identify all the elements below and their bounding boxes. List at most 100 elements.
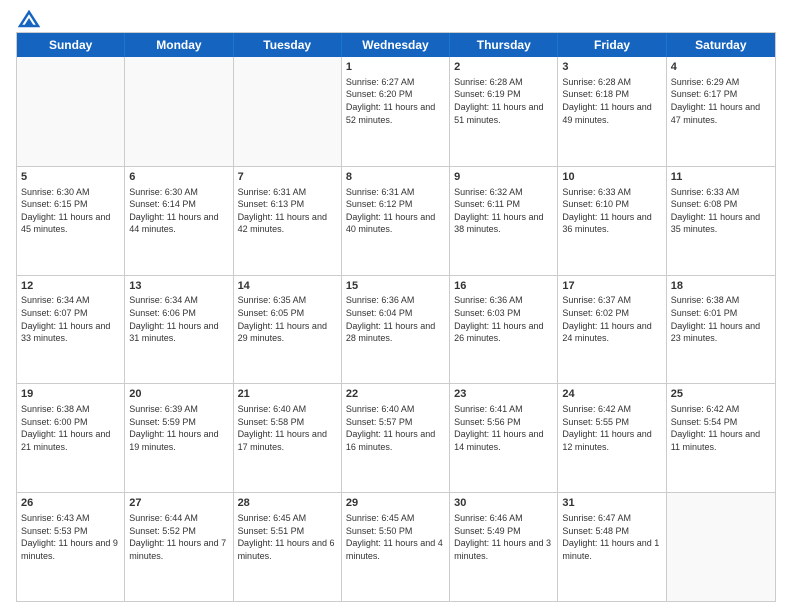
day-info: Sunrise: 6:36 AM Sunset: 6:04 PM Dayligh… bbox=[346, 294, 445, 344]
cal-cell-day-17: 17Sunrise: 6:37 AM Sunset: 6:02 PM Dayli… bbox=[558, 276, 666, 384]
day-info: Sunrise: 6:36 AM Sunset: 6:03 PM Dayligh… bbox=[454, 294, 553, 344]
day-info: Sunrise: 6:39 AM Sunset: 5:59 PM Dayligh… bbox=[129, 403, 228, 453]
cal-cell-day-24: 24Sunrise: 6:42 AM Sunset: 5:55 PM Dayli… bbox=[558, 384, 666, 492]
cal-cell-day-1: 1Sunrise: 6:27 AM Sunset: 6:20 PM Daylig… bbox=[342, 57, 450, 166]
cal-cell-day-16: 16Sunrise: 6:36 AM Sunset: 6:03 PM Dayli… bbox=[450, 276, 558, 384]
day-info: Sunrise: 6:44 AM Sunset: 5:52 PM Dayligh… bbox=[129, 512, 228, 562]
day-number: 7 bbox=[238, 170, 337, 185]
cal-cell-day-20: 20Sunrise: 6:39 AM Sunset: 5:59 PM Dayli… bbox=[125, 384, 233, 492]
cal-row-0: 1Sunrise: 6:27 AM Sunset: 6:20 PM Daylig… bbox=[17, 57, 775, 166]
cal-cell-day-30: 30Sunrise: 6:46 AM Sunset: 5:49 PM Dayli… bbox=[450, 493, 558, 601]
day-info: Sunrise: 6:33 AM Sunset: 6:08 PM Dayligh… bbox=[671, 186, 771, 236]
cal-cell-day-27: 27Sunrise: 6:44 AM Sunset: 5:52 PM Dayli… bbox=[125, 493, 233, 601]
day-info: Sunrise: 6:45 AM Sunset: 5:51 PM Dayligh… bbox=[238, 512, 337, 562]
cal-cell-day-29: 29Sunrise: 6:45 AM Sunset: 5:50 PM Dayli… bbox=[342, 493, 450, 601]
day-number: 15 bbox=[346, 279, 445, 294]
day-number: 5 bbox=[21, 170, 120, 185]
calendar-body: 1Sunrise: 6:27 AM Sunset: 6:20 PM Daylig… bbox=[17, 57, 775, 601]
day-info: Sunrise: 6:31 AM Sunset: 6:13 PM Dayligh… bbox=[238, 186, 337, 236]
cal-row-4: 26Sunrise: 6:43 AM Sunset: 5:53 PM Dayli… bbox=[17, 492, 775, 601]
day-info: Sunrise: 6:47 AM Sunset: 5:48 PM Dayligh… bbox=[562, 512, 661, 562]
cal-cell-day-26: 26Sunrise: 6:43 AM Sunset: 5:53 PM Dayli… bbox=[17, 493, 125, 601]
day-number: 30 bbox=[454, 496, 553, 511]
cal-cell-day-28: 28Sunrise: 6:45 AM Sunset: 5:51 PM Dayli… bbox=[234, 493, 342, 601]
day-info: Sunrise: 6:30 AM Sunset: 6:15 PM Dayligh… bbox=[21, 186, 120, 236]
day-info: Sunrise: 6:28 AM Sunset: 6:19 PM Dayligh… bbox=[454, 76, 553, 126]
day-info: Sunrise: 6:34 AM Sunset: 6:06 PM Dayligh… bbox=[129, 294, 228, 344]
day-info: Sunrise: 6:43 AM Sunset: 5:53 PM Dayligh… bbox=[21, 512, 120, 562]
day-number: 8 bbox=[346, 170, 445, 185]
day-info: Sunrise: 6:46 AM Sunset: 5:49 PM Dayligh… bbox=[454, 512, 553, 562]
day-number: 17 bbox=[562, 279, 661, 294]
day-number: 28 bbox=[238, 496, 337, 511]
cal-cell-day-8: 8Sunrise: 6:31 AM Sunset: 6:12 PM Daylig… bbox=[342, 167, 450, 275]
day-number: 12 bbox=[21, 279, 120, 294]
cal-cell-day-23: 23Sunrise: 6:41 AM Sunset: 5:56 PM Dayli… bbox=[450, 384, 558, 492]
day-info: Sunrise: 6:28 AM Sunset: 6:18 PM Dayligh… bbox=[562, 76, 661, 126]
day-number: 14 bbox=[238, 279, 337, 294]
day-number: 29 bbox=[346, 496, 445, 511]
day-info: Sunrise: 6:41 AM Sunset: 5:56 PM Dayligh… bbox=[454, 403, 553, 453]
cal-cell-day-3: 3Sunrise: 6:28 AM Sunset: 6:18 PM Daylig… bbox=[558, 57, 666, 166]
logo-icon bbox=[18, 10, 40, 28]
cal-cell-day-21: 21Sunrise: 6:40 AM Sunset: 5:58 PM Dayli… bbox=[234, 384, 342, 492]
day-number: 4 bbox=[671, 60, 771, 75]
cal-cell-empty bbox=[17, 57, 125, 166]
cal-cell-day-13: 13Sunrise: 6:34 AM Sunset: 6:06 PM Dayli… bbox=[125, 276, 233, 384]
day-info: Sunrise: 6:40 AM Sunset: 5:57 PM Dayligh… bbox=[346, 403, 445, 453]
day-number: 23 bbox=[454, 387, 553, 402]
cal-cell-day-11: 11Sunrise: 6:33 AM Sunset: 6:08 PM Dayli… bbox=[667, 167, 775, 275]
day-info: Sunrise: 6:29 AM Sunset: 6:17 PM Dayligh… bbox=[671, 76, 771, 126]
cal-cell-day-15: 15Sunrise: 6:36 AM Sunset: 6:04 PM Dayli… bbox=[342, 276, 450, 384]
day-number: 21 bbox=[238, 387, 337, 402]
day-info: Sunrise: 6:27 AM Sunset: 6:20 PM Dayligh… bbox=[346, 76, 445, 126]
day-info: Sunrise: 6:38 AM Sunset: 6:01 PM Dayligh… bbox=[671, 294, 771, 344]
cal-cell-day-19: 19Sunrise: 6:38 AM Sunset: 6:00 PM Dayli… bbox=[17, 384, 125, 492]
day-number: 6 bbox=[129, 170, 228, 185]
header-day-friday: Friday bbox=[558, 33, 666, 57]
day-info: Sunrise: 6:33 AM Sunset: 6:10 PM Dayligh… bbox=[562, 186, 661, 236]
day-info: Sunrise: 6:42 AM Sunset: 5:54 PM Dayligh… bbox=[671, 403, 771, 453]
day-number: 1 bbox=[346, 60, 445, 75]
day-number: 2 bbox=[454, 60, 553, 75]
day-number: 11 bbox=[671, 170, 771, 185]
cal-row-1: 5Sunrise: 6:30 AM Sunset: 6:15 PM Daylig… bbox=[17, 166, 775, 275]
cal-cell-day-14: 14Sunrise: 6:35 AM Sunset: 6:05 PM Dayli… bbox=[234, 276, 342, 384]
day-info: Sunrise: 6:32 AM Sunset: 6:11 PM Dayligh… bbox=[454, 186, 553, 236]
cal-cell-day-18: 18Sunrise: 6:38 AM Sunset: 6:01 PM Dayli… bbox=[667, 276, 775, 384]
day-number: 24 bbox=[562, 387, 661, 402]
day-number: 20 bbox=[129, 387, 228, 402]
cal-cell-day-4: 4Sunrise: 6:29 AM Sunset: 6:17 PM Daylig… bbox=[667, 57, 775, 166]
header-day-sunday: Sunday bbox=[17, 33, 125, 57]
day-number: 31 bbox=[562, 496, 661, 511]
cal-cell-day-2: 2Sunrise: 6:28 AM Sunset: 6:19 PM Daylig… bbox=[450, 57, 558, 166]
cal-cell-day-7: 7Sunrise: 6:31 AM Sunset: 6:13 PM Daylig… bbox=[234, 167, 342, 275]
cal-cell-day-25: 25Sunrise: 6:42 AM Sunset: 5:54 PM Dayli… bbox=[667, 384, 775, 492]
day-number: 25 bbox=[671, 387, 771, 402]
cal-cell-empty bbox=[125, 57, 233, 166]
day-number: 22 bbox=[346, 387, 445, 402]
day-info: Sunrise: 6:42 AM Sunset: 5:55 PM Dayligh… bbox=[562, 403, 661, 453]
day-info: Sunrise: 6:40 AM Sunset: 5:58 PM Dayligh… bbox=[238, 403, 337, 453]
cal-cell-day-10: 10Sunrise: 6:33 AM Sunset: 6:10 PM Dayli… bbox=[558, 167, 666, 275]
calendar-header: SundayMondayTuesdayWednesdayThursdayFrid… bbox=[17, 33, 775, 57]
day-number: 19 bbox=[21, 387, 120, 402]
header-day-thursday: Thursday bbox=[450, 33, 558, 57]
day-info: Sunrise: 6:45 AM Sunset: 5:50 PM Dayligh… bbox=[346, 512, 445, 562]
day-info: Sunrise: 6:34 AM Sunset: 6:07 PM Dayligh… bbox=[21, 294, 120, 344]
header-day-monday: Monday bbox=[125, 33, 233, 57]
page: SundayMondayTuesdayWednesdayThursdayFrid… bbox=[0, 0, 792, 612]
header-day-saturday: Saturday bbox=[667, 33, 775, 57]
day-number: 9 bbox=[454, 170, 553, 185]
cal-cell-empty bbox=[667, 493, 775, 601]
day-info: Sunrise: 6:31 AM Sunset: 6:12 PM Dayligh… bbox=[346, 186, 445, 236]
cal-cell-day-9: 9Sunrise: 6:32 AM Sunset: 6:11 PM Daylig… bbox=[450, 167, 558, 275]
day-number: 13 bbox=[129, 279, 228, 294]
logo bbox=[16, 10, 40, 26]
day-info: Sunrise: 6:37 AM Sunset: 6:02 PM Dayligh… bbox=[562, 294, 661, 344]
cal-cell-day-12: 12Sunrise: 6:34 AM Sunset: 6:07 PM Dayli… bbox=[17, 276, 125, 384]
calendar: SundayMondayTuesdayWednesdayThursdayFrid… bbox=[16, 32, 776, 602]
day-number: 26 bbox=[21, 496, 120, 511]
cal-cell-day-31: 31Sunrise: 6:47 AM Sunset: 5:48 PM Dayli… bbox=[558, 493, 666, 601]
day-number: 16 bbox=[454, 279, 553, 294]
